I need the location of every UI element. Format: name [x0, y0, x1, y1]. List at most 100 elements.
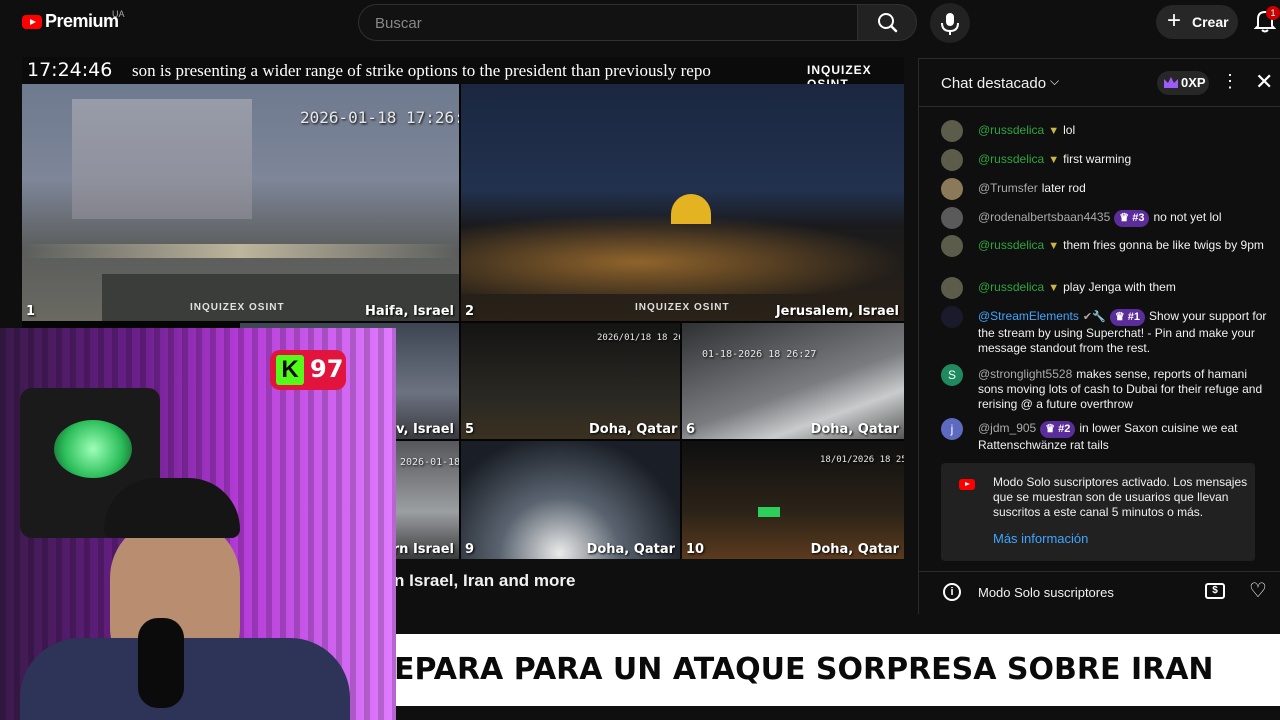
xp-button[interactable]: 0XP	[1157, 71, 1209, 95]
user-avatar[interactable]	[941, 120, 963, 142]
message-text: first warming	[1063, 152, 1132, 166]
banner-bottom-strip	[396, 706, 1280, 720]
kick-icon: K	[276, 355, 304, 385]
camera-feed: 18/01/2026 18 25 37 10 Doha, Qatar	[682, 441, 904, 559]
live-chat-panel: Chat destacado ⌵ 0XP ⋮ ✕ @russdelica ▼ lol…	[918, 58, 1280, 614]
message-text: play Jenga with them	[1063, 280, 1176, 294]
camera-feed: 2026/01/18 18 26 27 5 Doha, Qatar	[461, 323, 680, 439]
rank-badge: ♛ #1	[1109, 309, 1145, 326]
microphone	[138, 618, 184, 708]
create-button[interactable]: + Crear	[1156, 5, 1238, 39]
camera-watermark: INQUIZEX OSINT	[635, 302, 730, 313]
subscribers-mode-label: Modo Solo suscriptores	[978, 585, 1114, 600]
camera-label: Haifa, Israel	[364, 304, 454, 319]
user-avatar[interactable]	[941, 277, 963, 299]
camera-label: v, Israel	[396, 422, 454, 437]
rank-number: #2	[1058, 423, 1071, 435]
message-body: @russdelica ▼ first warming	[978, 152, 1268, 168]
video-title[interactable]: n Israel, Iran and more	[394, 571, 575, 591]
rank-badge: ♛ #3	[1114, 210, 1150, 227]
author-name[interactable]: @russdelica	[978, 152, 1044, 166]
superchat-icon[interactable]: $	[1205, 583, 1225, 599]
close-icon[interactable]: ✕	[1255, 69, 1273, 95]
crown-icon	[1164, 77, 1178, 88]
author-name[interactable]: @rodenalbertsbaan4435	[978, 210, 1110, 224]
heart-icon[interactable]: ♡	[1249, 581, 1267, 601]
verified-icon: ✔🔧	[1082, 311, 1106, 323]
info-icon[interactable]: i	[943, 583, 961, 601]
user-avatar[interactable]: j	[941, 418, 963, 440]
chevron-down-icon[interactable]: ⌵	[1050, 74, 1059, 89]
more-info-link[interactable]: Más información	[993, 531, 1088, 546]
notification-badge: 1	[1266, 6, 1280, 20]
plus-icon: +	[1167, 7, 1182, 34]
camera-timestamp: 2026/01/18 18 26 27	[597, 333, 680, 343]
camera-timestamp: 18/01/2026 18 25 37	[820, 455, 904, 465]
news-bar: 17:24:46 son is presenting a wider range…	[22, 57, 904, 91]
camera-number: 6	[686, 422, 696, 437]
radar-light	[54, 420, 132, 478]
message-body: @jdm_905 ♛ #2 in lower Saxon cuisine we ea…	[978, 421, 1268, 453]
camera-number: 5	[465, 422, 475, 437]
message-text: no not yet lol	[1153, 210, 1222, 224]
search-placeholder: Buscar	[375, 15, 422, 32]
message-body: @russdelica ▼ lol	[978, 123, 1268, 139]
camera-number: 1	[26, 304, 36, 319]
author-name[interactable]: @russdelica	[978, 280, 1044, 294]
microphone-icon	[941, 13, 959, 35]
message-text: later rod	[1041, 181, 1086, 195]
chat-mode-selector[interactable]: Chat destacado	[941, 75, 1046, 92]
video-clock: 17:24:46	[27, 59, 113, 81]
camera-feed: 01-18-2026 18 26:27 6 Doha, Qatar	[682, 323, 904, 439]
message-body: @russdelica ▼ play Jenga with them	[978, 280, 1268, 296]
app-root: Premium UA Buscar + Crear 1 17:24:46 son…	[0, 0, 1280, 720]
create-label: Crear	[1192, 14, 1229, 30]
youtube-play-icon	[22, 14, 42, 29]
author-name[interactable]: @stronglight5528	[978, 367, 1072, 381]
camera-label: Doha, Qatar	[586, 542, 675, 557]
camera-label: rn Israel	[392, 542, 454, 557]
user-avatar[interactable]: S	[941, 364, 963, 386]
streamer-webcam: K 97	[0, 328, 396, 720]
rank-number: #3	[1132, 212, 1145, 224]
author-name[interactable]: @StreamElements	[978, 309, 1079, 323]
user-avatar[interactable]	[941, 306, 963, 328]
message-body: @StreamElements ✔🔧 ♛ #1 Show your support f…	[978, 309, 1268, 356]
user-avatar[interactable]	[941, 207, 963, 229]
camera-label: Jerusalem, Israel	[775, 304, 899, 319]
member-badge-icon: ▼	[1048, 282, 1060, 294]
author-name[interactable]: @jdm_905	[978, 421, 1036, 435]
message-text: them fries gonna be like twigs by 9pm	[1063, 238, 1264, 252]
camera-number: 2	[465, 304, 475, 319]
user-avatar[interactable]	[941, 235, 963, 257]
author-name[interactable]: @Trumsfer	[978, 181, 1038, 195]
headline-text: EPARA PARA UN ATAQUE SORPRESA SOBRE IRAN	[394, 652, 1214, 687]
camera-label: Doha, Qatar	[810, 542, 899, 557]
author-name[interactable]: @russdelica	[978, 238, 1044, 252]
rank-number: #1	[1127, 311, 1140, 323]
more-options-icon[interactable]: ⋮	[1221, 71, 1239, 92]
author-name[interactable]: @russdelica	[978, 123, 1044, 137]
search-input[interactable]: Buscar	[358, 4, 858, 41]
notifications-button[interactable]: 1	[1253, 6, 1280, 36]
camera-timestamp: 2026-01-18 17:26:34	[400, 457, 459, 468]
youtube-logo[interactable]: Premium	[22, 11, 119, 32]
news-ticker: son is presenting a wider range of strik…	[132, 61, 711, 80]
voice-search-button[interactable]	[930, 3, 970, 43]
search-button[interactable]	[857, 4, 917, 41]
camera-watermark: INQUIZEX OSINT	[190, 302, 285, 313]
camera-timestamp: 01-18-2026 18 26:27	[702, 349, 817, 360]
buildings	[72, 99, 252, 219]
search-icon	[878, 13, 898, 33]
message-body: @rodenalbertsbaan4435 ♛ #3 no not yet lol	[978, 210, 1268, 227]
camera-timestamp: 2026-01-18 17:26:34	[300, 108, 459, 127]
message-text: lol	[1063, 123, 1076, 137]
country-code: UA	[112, 9, 125, 19]
neon-sign	[758, 507, 780, 517]
member-badge-icon: ▼	[1048, 240, 1060, 252]
message-body: @Trumsfer later rod	[978, 181, 1268, 196]
user-avatar[interactable]	[941, 178, 963, 200]
user-avatar[interactable]	[941, 149, 963, 171]
rank-badge: ♛ #2	[1040, 421, 1076, 438]
chat-footer: i Modo Solo suscriptores $ ♡	[919, 571, 1280, 615]
